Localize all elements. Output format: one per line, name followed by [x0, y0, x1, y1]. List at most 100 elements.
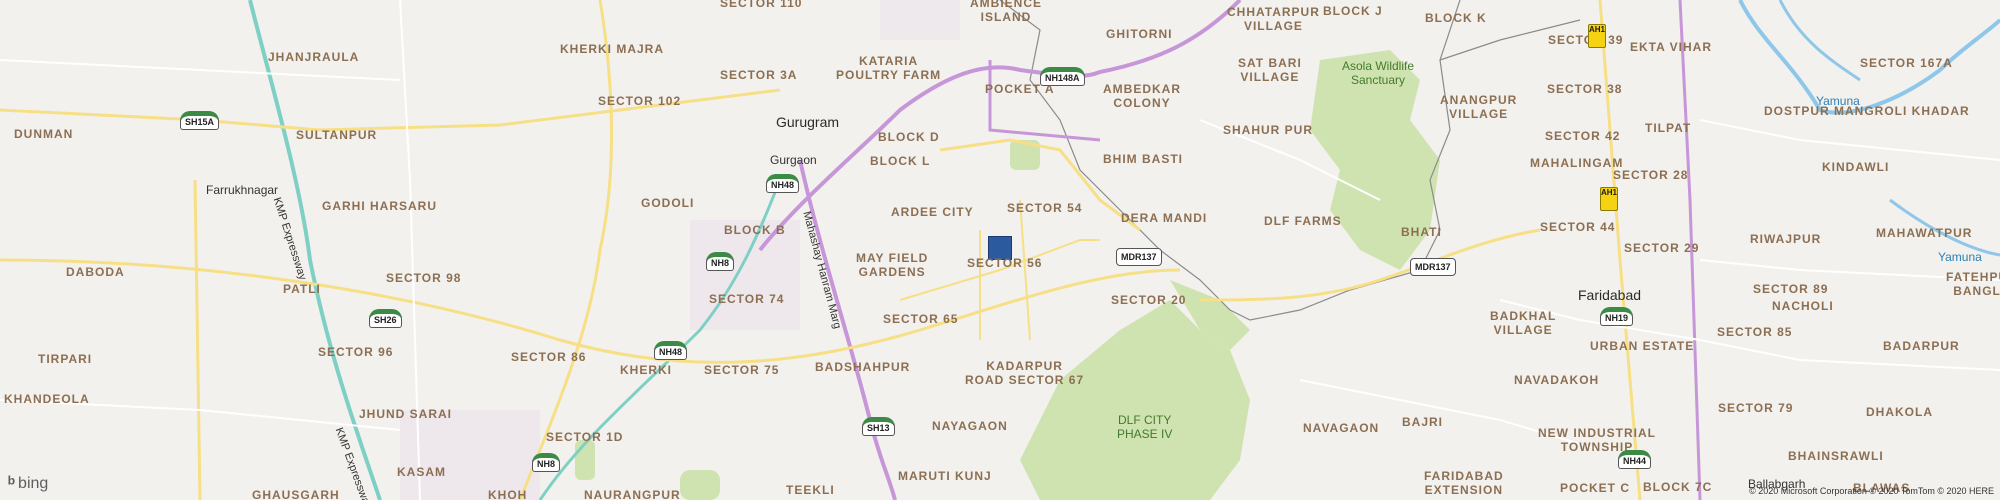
locality-label: SECTOR 167A: [1860, 56, 1953, 70]
bing-b-icon: ᵇ: [8, 473, 16, 493]
locality-label: FARIDABAD EXTENSION: [1424, 469, 1504, 497]
locality-label: KASAM: [397, 465, 446, 479]
city-label-farrukhnagar: Farrukhnagar: [206, 183, 279, 197]
city-label-gurugram: Gurugram: [776, 114, 840, 130]
highway-shield: SH13: [862, 417, 895, 436]
locality-label: ANANGPUR VILLAGE: [1440, 93, 1518, 121]
map-canvas[interactable]: Gurugram Gurgaon Farrukhnagar Faridabad …: [0, 0, 2000, 500]
locality-label: NACHOLI: [1772, 299, 1834, 313]
locality-label: SECTOR 28: [1613, 168, 1689, 182]
locality-label: NAVADAKOH: [1514, 373, 1600, 387]
bing-logo-text: bing: [18, 474, 49, 492]
locality-label: SECTOR 110: [720, 0, 803, 10]
locality-label: BLOCK K: [1425, 11, 1487, 25]
locality-label: SECTOR 29: [1624, 241, 1700, 255]
locality-label: GARHI HARSARU: [322, 199, 437, 213]
locality-label: PATLI: [283, 282, 321, 296]
locality-label: KHERKI: [620, 363, 673, 377]
locality-label: BHATI: [1401, 225, 1442, 239]
locality-label: SECTOR 102: [598, 94, 682, 108]
locality-label: NAURANGPUR: [584, 488, 681, 500]
locality-label: KADARPUR ROAD SECTOR 67: [965, 359, 1085, 387]
locality-label: SECTOR 74: [709, 292, 785, 306]
locality-label: SECTOR 38: [1547, 82, 1623, 96]
locality-label: SECTOR 79: [1718, 401, 1794, 415]
locality-label: JHUND SARAI: [359, 407, 453, 421]
locality-label: SAT BARI VILLAGE: [1238, 56, 1302, 84]
highway-shield: NH8: [532, 453, 561, 472]
locality-label: SECTOR 96: [318, 345, 394, 359]
locality-label: KHOH: [488, 488, 528, 500]
locality-label: GHITORNI: [1106, 27, 1173, 41]
locality-label: MARUTI KUNJ: [898, 469, 992, 483]
locality-label: SECTOR 75: [704, 363, 780, 377]
locality-label: KHANDEOLA: [4, 392, 90, 406]
highway-shield: NH48: [766, 174, 800, 193]
locality-label: SECTOR 42: [1545, 129, 1621, 143]
river-label-yamuna: Yamuna: [1816, 94, 1860, 108]
locality-label: BADARPUR: [1883, 339, 1960, 353]
locality-label: MAY FIELD GARDENS: [856, 251, 929, 279]
locality-label: NAYAGAON: [932, 419, 1008, 433]
locality-label: BLOCK D: [878, 130, 940, 144]
copyright-text: © 2020 Microsoft Corporation © 2020 TomT…: [1749, 486, 1994, 496]
highway-shield: SH26: [369, 309, 402, 328]
locality-label: BLOCK L: [870, 154, 931, 168]
locality-label: SECTOR 86: [511, 350, 587, 364]
locality-label: SECTOR 89: [1753, 282, 1829, 296]
highway-shield: MDR137: [1116, 248, 1162, 266]
locality-label: URBAN ESTATE: [1590, 339, 1695, 353]
locality-label: BHAINSRAWLI: [1788, 449, 1884, 463]
locality-label: SECTOR 39: [1548, 33, 1624, 47]
locality-label: DUNMAN: [14, 127, 74, 141]
highway-shield: NH148A: [1040, 67, 1085, 86]
locality-label: SECTOR 54: [1007, 201, 1083, 215]
locality-label: SECTOR 1D: [546, 430, 624, 444]
locality-label: ARDEE CITY: [891, 205, 974, 219]
bing-logo[interactable]: ᵇ bing: [8, 473, 48, 494]
locality-label: CHHATARPUR VILLAGE: [1227, 5, 1320, 33]
locality-label: DOSTPUR MANGROLI KHADAR: [1764, 104, 1970, 118]
highway-shield: NH44: [1618, 450, 1652, 469]
locality-label: SECTOR 65: [883, 312, 959, 326]
locality-label: NAVAGAON: [1303, 421, 1380, 435]
park-label-dlf-city-phase-iv: DLF CITY PHASE IV: [1117, 413, 1173, 441]
locality-label: BLOCK B: [724, 223, 786, 237]
locality-label: AMBIENCE ISLAND: [970, 0, 1043, 24]
locality-label: SECTOR 56: [967, 256, 1043, 270]
locality-label: SECTOR 20: [1111, 293, 1187, 307]
locality-label: KINDAWLI: [1822, 160, 1890, 174]
locality-label: SECTOR 85: [1717, 325, 1793, 339]
highway-shield: SH15A: [180, 111, 220, 130]
highway-shield-ah1: AH1: [1600, 187, 1618, 211]
locality-label: KHERKI MAJRA: [560, 42, 665, 56]
locality-label: BAJRI: [1402, 415, 1444, 429]
locality-label: KATARIA POULTRY FARM: [836, 54, 942, 82]
locality-label: EKTA VIHAR: [1630, 40, 1712, 54]
locality-label: MAHALINGAM: [1530, 156, 1624, 170]
locality-label: DLF FARMS: [1264, 214, 1342, 228]
locality-label: SECTOR 3A: [720, 68, 798, 82]
locality-label: BHIM BASTI: [1103, 152, 1183, 166]
locality-label: FATEHPUR BANGLA: [1946, 270, 2000, 298]
locality-label: SECTOR 44: [1540, 220, 1616, 234]
highway-shield: NH8: [706, 252, 735, 271]
locality-label: TEEKLI: [786, 483, 835, 497]
locality-label: SHAHUR PUR: [1223, 123, 1314, 137]
park-label-asola-wildlife-sanctuary: Asola Wildlife Sanctuary: [1342, 59, 1415, 87]
locality-label: BADSHAHPUR: [815, 360, 911, 374]
highway-shield: NH19: [1600, 307, 1634, 326]
locality-label: DABODA: [66, 265, 125, 279]
locality-label: SULTANPUR: [296, 128, 378, 142]
city-label-faridabad: Faridabad: [1578, 287, 1642, 303]
locality-label: GHAUSGARH: [252, 488, 340, 500]
locality-label: BLOCK J: [1323, 4, 1383, 18]
locality-label: JHANJRAULA: [268, 50, 360, 64]
locality-label: TILPAT: [1645, 121, 1692, 135]
highway-shield: MDR137: [1410, 258, 1456, 276]
highway-shield: NH48: [654, 341, 688, 360]
locality-label: DERA MANDI: [1121, 211, 1208, 225]
highway-shield-ah1: AH1: [1588, 24, 1606, 48]
locality-label: POCKET C: [1560, 481, 1631, 495]
locality-label: GODOLI: [641, 196, 695, 210]
